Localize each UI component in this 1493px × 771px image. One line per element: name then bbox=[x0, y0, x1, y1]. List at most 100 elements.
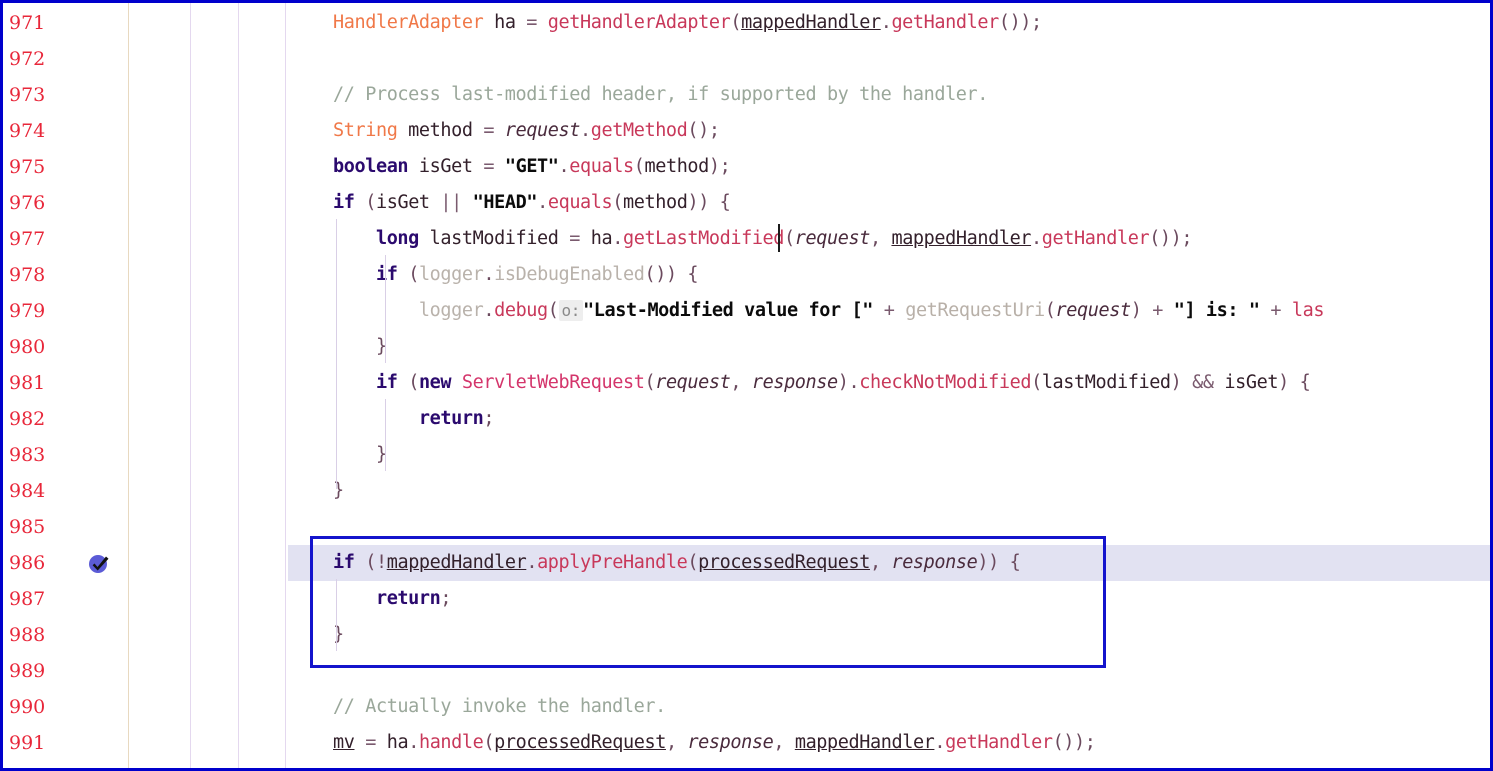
code-line[interactable]: mv = ha.handle(processedRequest, respons… bbox=[288, 725, 1096, 761]
code-token-punc: ( bbox=[408, 372, 419, 393]
indent-guide bbox=[336, 579, 337, 651]
code-token-kw: boolean bbox=[333, 156, 409, 177]
code-token-punc: ). bbox=[837, 372, 860, 393]
code-token-punc: . bbox=[483, 300, 495, 321]
code-token-punc: , bbox=[869, 228, 892, 249]
code-token-str: "] is: " bbox=[1173, 300, 1260, 321]
editor-gutter[interactable]: 971 972 973 974 975 976 977 978 979 980 981 982 983 9… bbox=[3, 3, 288, 768]
line-number: 977 bbox=[9, 228, 46, 250]
code-text-area[interactable]: HandlerAdapter ha = getHandlerAdapter(ma… bbox=[288, 3, 1490, 768]
code-token-punc: ); bbox=[708, 156, 731, 177]
line-number: 974 bbox=[9, 120, 46, 142]
code-token-punc: . bbox=[934, 732, 946, 753]
code-token-punc: ( bbox=[483, 732, 495, 753]
line-number: 985 bbox=[9, 516, 46, 538]
breakpoint-verified-icon[interactable] bbox=[87, 551, 111, 575]
code-line[interactable]: HandlerAdapter ha = getHandlerAdapter(ma… bbox=[288, 5, 1042, 41]
code-token-kw: if bbox=[333, 192, 355, 213]
code-token-str: "GET" bbox=[504, 156, 559, 177]
code-token-op: = bbox=[365, 732, 376, 753]
code-line[interactable]: // Actually invoke the handler. bbox=[288, 689, 666, 725]
code-token-op: = bbox=[526, 12, 538, 33]
code-token-op: = bbox=[569, 228, 580, 249]
code-token-punc: ( bbox=[784, 228, 795, 249]
code-line[interactable]: long lastModified = ha.getLastModified(r… bbox=[288, 221, 1193, 257]
code-token-parm: response bbox=[687, 732, 774, 753]
code-line[interactable]: boolean isGet = "GET".equals(method); bbox=[288, 149, 731, 185]
code-token-punc: ()); bbox=[1149, 228, 1193, 249]
indent-guide bbox=[336, 219, 337, 489]
code-token-punc: ; bbox=[483, 408, 495, 429]
code-token-punc: ( bbox=[1031, 372, 1042, 393]
code-token-punc: . bbox=[580, 120, 591, 141]
code-token-plain: method bbox=[623, 192, 688, 213]
code-line[interactable] bbox=[288, 41, 333, 77]
code-token-punc: . bbox=[408, 732, 419, 753]
code-token-punc: ( bbox=[365, 192, 376, 213]
code-line[interactable]: if (new ServletWebRequest(request, respo… bbox=[288, 365, 1311, 401]
code-token-mth: checkNotModified bbox=[859, 372, 1032, 393]
code-token-plain: method bbox=[644, 156, 709, 177]
code-token-punc: ( bbox=[1044, 300, 1056, 321]
code-line[interactable]: // Process last-modified header, if supp… bbox=[288, 77, 988, 113]
code-line[interactable] bbox=[288, 653, 333, 689]
code-line[interactable] bbox=[288, 509, 333, 545]
code-token-dim: logger bbox=[418, 300, 484, 321]
code-line[interactable]: if (isGet || "HEAD".equals(method)) { bbox=[288, 185, 731, 221]
code-token-fld: mappedHandler bbox=[741, 12, 881, 33]
code-token-plain: isGet bbox=[1213, 372, 1279, 393]
code-token-punc: } bbox=[333, 480, 344, 501]
indent-guide bbox=[385, 255, 386, 363]
line-number: 973 bbox=[9, 84, 46, 106]
code-token-mth: getHandler bbox=[945, 732, 1053, 753]
line-number: 980 bbox=[9, 336, 46, 358]
code-token-plain: isGet bbox=[408, 156, 484, 177]
code-token-punc: , bbox=[730, 372, 752, 393]
code-editor-frame: HandlerAdapter ha = getHandlerAdapter(ma… bbox=[0, 0, 1493, 771]
code-line[interactable]: return; bbox=[288, 401, 495, 437]
code-line[interactable]: logger.debug(o: "Last-Modified value for … bbox=[288, 293, 1324, 329]
line-number: 972 bbox=[9, 48, 46, 70]
gutter-divider bbox=[190, 3, 191, 768]
code-line[interactable]: return; bbox=[288, 581, 452, 617]
line-number: 984 bbox=[9, 480, 46, 502]
inline-parameter-hint: o: bbox=[558, 300, 584, 321]
code-token-mth: applyPreHandle bbox=[537, 552, 688, 573]
code-line[interactable]: String method = request.getMethod(); bbox=[288, 113, 720, 149]
code-token-mth: handle bbox=[418, 732, 484, 753]
code-token-plain: ha bbox=[483, 12, 527, 33]
code-token-cls: ServletWebRequest bbox=[461, 372, 645, 393]
gutter-divider bbox=[128, 3, 129, 768]
code-token-op: || bbox=[440, 192, 462, 213]
code-token-mth: equals bbox=[569, 156, 634, 177]
code-token-fld: mappedHandler bbox=[386, 552, 527, 573]
code-line[interactable]: } bbox=[288, 437, 387, 473]
code-token-dim: logger bbox=[418, 264, 484, 285]
code-token-str: "HEAD" bbox=[472, 192, 538, 213]
code-line[interactable]: if (logger.isDebugEnabled()) { bbox=[288, 257, 699, 293]
code-line[interactable]: } bbox=[288, 329, 387, 365]
code-token-parm: request bbox=[655, 372, 731, 393]
code-token-mth: getHandlerAdapter bbox=[547, 12, 731, 33]
code-token-op: = bbox=[483, 120, 495, 141]
line-number: 979 bbox=[9, 300, 46, 322]
line-number: 983 bbox=[9, 444, 46, 466]
code-token-parm: request bbox=[504, 120, 581, 141]
line-number: 989 bbox=[9, 660, 46, 682]
code-token-cmt: // Actually invoke the handler. bbox=[333, 696, 666, 717]
code-line[interactable]: if (!mappedHandler.applyPreHandle(proces… bbox=[288, 545, 1021, 581]
code-token-type: String bbox=[333, 120, 398, 141]
